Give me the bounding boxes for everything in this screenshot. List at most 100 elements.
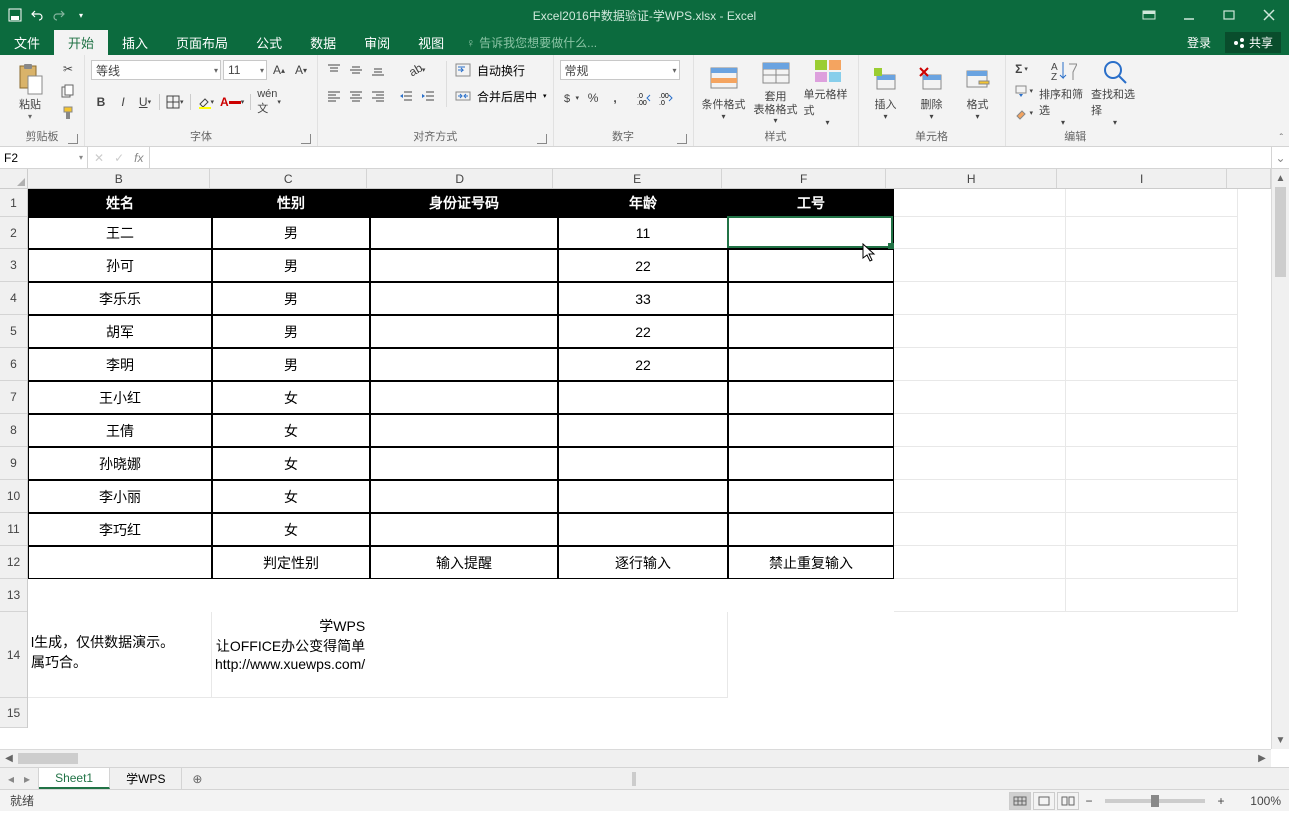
row-header[interactable]: 8 [0,414,27,447]
row-header[interactable]: 14 [0,612,27,698]
enter-formula-icon[interactable]: ✓ [114,151,124,165]
font-dialog-launcher[interactable] [301,134,311,144]
cell[interactable] [1066,249,1238,282]
cell[interactable] [558,381,728,414]
row-header[interactable]: 15 [0,698,27,728]
cell[interactable]: 22 [558,249,728,282]
tab-file[interactable]: 文件 [0,30,54,55]
cell[interactable] [370,447,558,480]
cell[interactable] [728,480,894,513]
clear-button[interactable]: ▾ [1012,103,1036,123]
cell[interactable] [728,381,894,414]
wrap-text-button[interactable]: 自动换行 [455,59,525,81]
cell[interactable] [1066,282,1238,315]
cut-button[interactable]: ✂ [58,59,78,79]
align-center-button[interactable] [346,86,366,106]
row-header[interactable]: 10 [0,480,27,513]
cell[interactable] [370,315,558,348]
cell[interactable]: 逐行输入 [558,546,728,579]
row-header[interactable]: 6 [0,348,27,381]
cell[interactable] [370,513,558,546]
underline-button[interactable]: U▾ [135,92,155,112]
cell[interactable] [894,447,1066,480]
comma-format-button[interactable]: , [605,88,625,108]
sheet-tab-xuewps[interactable]: 学WPS [110,768,182,789]
cell[interactable]: 性别 [212,189,370,217]
scroll-right-icon[interactable]: ▶ [1253,753,1271,764]
cell[interactable] [1066,217,1238,249]
hscroll-thumb[interactable] [18,753,78,764]
row-header[interactable]: 4 [0,282,27,315]
cell[interactable]: 男 [212,217,370,249]
sort-filter-button[interactable]: AZ排序和筛选▾ [1039,59,1087,125]
formula-input[interactable] [150,147,1271,168]
align-bottom-button[interactable] [368,60,388,80]
cell[interactable] [894,315,1066,348]
cell[interactable] [28,546,212,579]
decrease-font-button[interactable]: A▾ [291,60,311,80]
cell[interactable] [1066,447,1238,480]
tab-page-layout[interactable]: 页面布局 [162,30,242,55]
cell[interactable]: 姓名 [28,189,212,217]
cell[interactable] [1066,480,1238,513]
name-box[interactable]: F2▾ [0,147,88,168]
cell[interactable] [894,414,1066,447]
decrease-decimal-button[interactable]: .00.0 [657,88,677,108]
cell[interactable]: 李巧红 [28,513,212,546]
cell[interactable] [894,480,1066,513]
normal-view-button[interactable] [1009,792,1031,810]
cell[interactable] [1066,381,1238,414]
cell[interactable] [894,579,1066,612]
row-header[interactable]: 13 [0,579,27,612]
column-header[interactable]: F [722,169,887,188]
cell[interactable]: 女 [212,447,370,480]
save-icon[interactable] [8,8,22,22]
cell[interactable]: 22 [558,348,728,381]
tab-data[interactable]: 数据 [296,30,350,55]
tab-home[interactable]: 开始 [54,30,108,55]
cell[interactable] [728,249,894,282]
format-painter-button[interactable] [58,103,78,123]
align-middle-button[interactable] [346,60,366,80]
cell[interactable]: 年龄 [558,189,728,217]
cell[interactable] [894,282,1066,315]
font-size-combo[interactable]: 11▾ [223,60,267,80]
orientation-button[interactable]: ab▾ [407,60,428,80]
font-color-button[interactable]: A▾ [218,92,246,112]
increase-indent-button[interactable] [418,86,438,106]
cell[interactable] [1066,579,1238,612]
clipboard-dialog-launcher[interactable] [68,134,78,144]
cell[interactable] [728,348,894,381]
row-header[interactable]: 7 [0,381,27,414]
sheet-nav-last-icon[interactable]: ▸ [24,772,30,786]
cell[interactable]: 男 [212,282,370,315]
cell[interactable] [894,189,1066,217]
row-header[interactable]: 2 [0,217,27,249]
delete-cells-button[interactable]: 删除▾ [911,59,953,125]
cell[interactable] [894,217,1066,249]
column-header[interactable]: D [367,169,553,188]
vertical-scrollbar[interactable]: ▲ ▼ [1271,169,1289,749]
row-header[interactable]: 1 [0,189,27,217]
cell[interactable] [1066,513,1238,546]
add-sheet-button[interactable]: ⊕ [182,768,212,789]
conditional-formatting-button[interactable]: 条件格式▾ [700,59,748,125]
cell[interactable]: 禁止重复输入 [728,546,894,579]
cell[interactable]: 工号 [728,189,894,217]
zoom-level[interactable]: 100% [1231,794,1281,808]
expand-formula-bar-icon[interactable]: ⌄ [1271,147,1289,168]
zoom-out-button[interactable]: − [1081,794,1097,808]
cell[interactable]: 李明 [28,348,212,381]
align-top-button[interactable] [324,60,344,80]
page-layout-view-button[interactable] [1033,792,1055,810]
login-link[interactable]: 登录 [1177,34,1221,51]
share-button[interactable]: 共享 [1225,32,1281,53]
cell[interactable] [1066,546,1238,579]
cancel-formula-icon[interactable]: ✕ [94,151,104,165]
cell[interactable] [1066,315,1238,348]
cell[interactable]: 22 [558,315,728,348]
paste-button[interactable]: 粘贴 ▾ [6,59,54,125]
cell[interactable] [728,513,894,546]
bold-button[interactable]: B [91,92,111,112]
cell[interactable] [558,513,728,546]
